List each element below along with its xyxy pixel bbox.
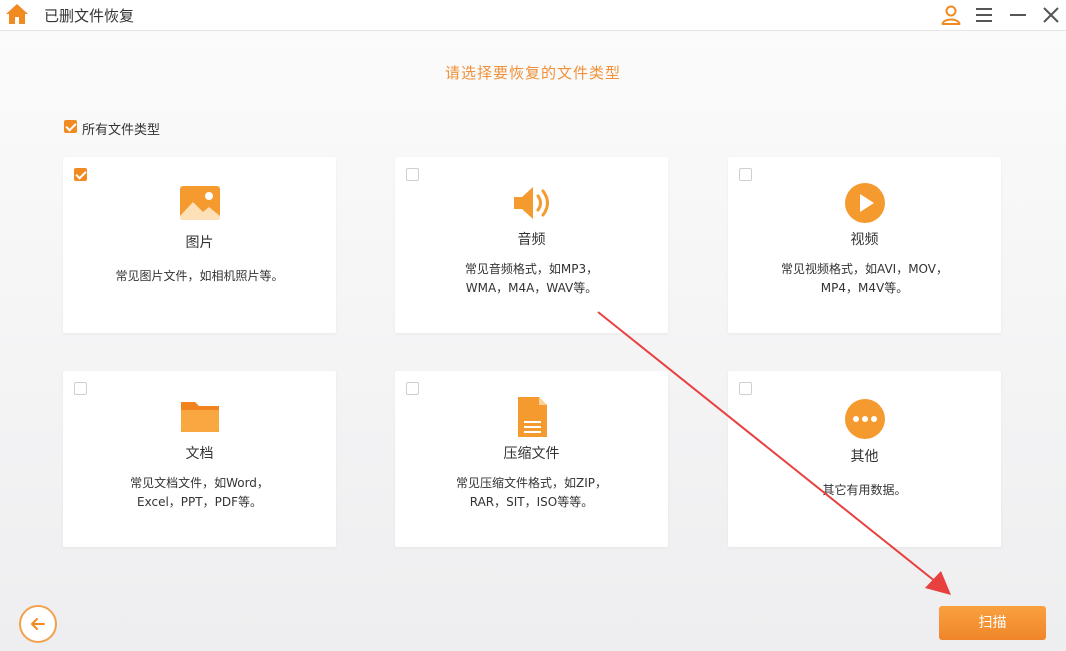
card-description-line: WMA，M4A，WAV等。	[465, 281, 598, 295]
file-type-card-other[interactable]: 其他 其它有用数据。	[728, 371, 1001, 547]
card-title: 其他	[850, 449, 879, 465]
home-icon[interactable]	[5, 2, 29, 26]
card-description: 常见音频格式，如MP3， WMA，M4A，WAV等。	[415, 260, 648, 298]
speaker-icon	[514, 187, 549, 219]
card-checkbox[interactable]	[74, 382, 87, 395]
scan-button[interactable]: 扫描	[939, 606, 1046, 640]
folder-icon	[181, 402, 219, 432]
close-icon[interactable]	[1039, 3, 1063, 27]
image-icon	[180, 186, 220, 220]
card-description-line: 常见压缩文件格式，如ZIP，	[456, 476, 607, 490]
user-icon[interactable]	[939, 3, 963, 27]
main-content: 请选择要恢复的文件类型 所有文件类型 图片 常见图片文件，如相机照片等。 音频 …	[0, 31, 1066, 651]
file-type-card-images[interactable]: 图片 常见图片文件，如相机照片等。	[63, 157, 336, 333]
card-checkbox[interactable]	[406, 382, 419, 395]
card-description: 其它有用数据。	[748, 481, 981, 500]
card-title: 音频	[517, 232, 546, 248]
select-all-checkbox[interactable]	[64, 120, 77, 133]
minimize-icon[interactable]	[1006, 3, 1030, 27]
card-description-line: RAR，SIT，ISO等等。	[469, 495, 594, 509]
select-all-label: 所有文件类型	[82, 123, 161, 138]
play-icon	[845, 183, 885, 223]
card-description-line: 常见图片文件，如相机照片等。	[115, 269, 284, 283]
card-description-line: MP4，M4V等。	[820, 281, 909, 295]
card-checkbox[interactable]	[739, 168, 752, 181]
card-description: 常见压缩文件格式，如ZIP， RAR，SIT，ISO等等。	[415, 474, 648, 512]
card-description: 常见视频格式，如AVI，MOV， MP4，M4V等。	[748, 260, 981, 298]
card-description-line: Excel，PPT，PDF等。	[137, 495, 262, 509]
app-title: 已删文件恢复	[44, 7, 135, 25]
file-type-card-archives[interactable]: 压缩文件 常见压缩文件格式，如ZIP， RAR，SIT，ISO等等。	[395, 371, 668, 547]
archive-icon	[518, 397, 547, 437]
card-title: 压缩文件	[503, 446, 560, 462]
card-title: 文档	[185, 446, 214, 462]
title-bar: 已删文件恢复	[0, 0, 1066, 31]
card-description-line: 常见音频格式，如MP3，	[464, 262, 599, 276]
file-type-card-audio[interactable]: 音频 常见音频格式，如MP3， WMA，M4A，WAV等。	[395, 157, 668, 333]
card-description: 常见文档文件，如Word， Excel，PPT，PDF等。	[83, 474, 316, 512]
back-button[interactable]	[19, 605, 57, 643]
card-title: 图片	[185, 235, 214, 251]
card-checkbox[interactable]	[74, 168, 87, 181]
card-description: 常见图片文件，如相机照片等。	[83, 267, 316, 286]
back-arrow-icon	[31, 618, 45, 630]
card-description-line: 常见文档文件，如Word，	[130, 476, 269, 490]
page-prompt: 请选择要恢复的文件类型	[444, 64, 621, 82]
file-type-card-documents[interactable]: 文档 常见文档文件，如Word， Excel，PPT，PDF等。	[63, 371, 336, 547]
card-checkbox[interactable]	[406, 168, 419, 181]
file-type-card-video[interactable]: 视频 常见视频格式，如AVI，MOV， MP4，M4V等。	[728, 157, 1001, 333]
card-checkbox[interactable]	[739, 382, 752, 395]
card-description-line: 其它有用数据。	[822, 483, 907, 497]
card-description-line: 常见视频格式，如AVI，MOV，	[781, 262, 948, 276]
card-title: 视频	[850, 232, 879, 248]
more-icon	[845, 399, 885, 439]
menu-icon[interactable]	[972, 3, 996, 27]
